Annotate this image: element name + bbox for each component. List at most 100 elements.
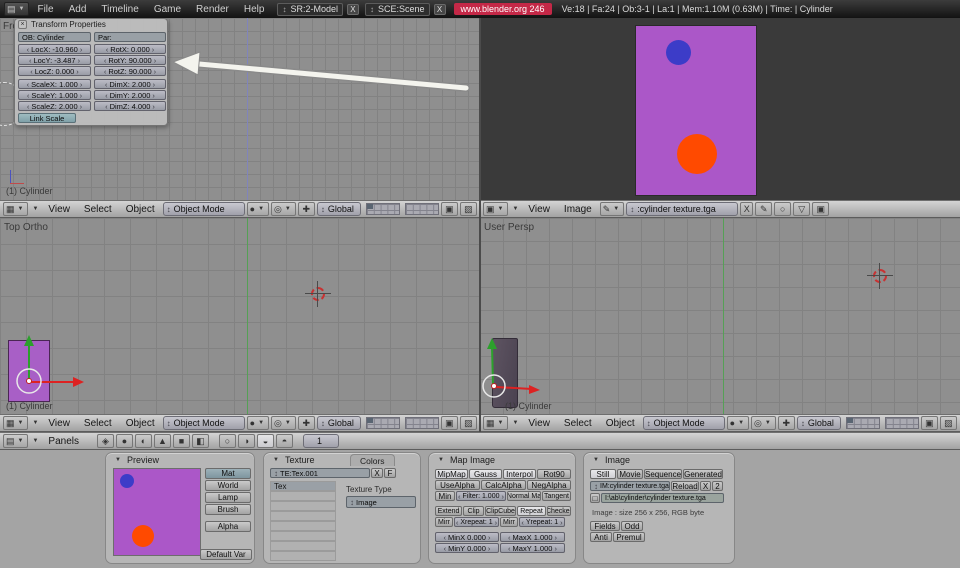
preview-alpha-button[interactable]: Alpha [205,521,251,532]
texture-channel-row[interactable] [270,491,336,501]
texture-datablock-field[interactable]: ↕ TE:Tex.001 [270,468,370,478]
texture-channel-row[interactable] [270,521,336,531]
scene-selector[interactable]: ↕ SCE:Scene [365,3,430,16]
menu-view[interactable]: View [522,204,556,215]
editing-context-button[interactable]: ■ [173,434,190,448]
snap-toggle[interactable]: ▽ [793,202,810,216]
menu-object[interactable]: Object [600,418,641,429]
miny-field[interactable]: MinY 0.000 [435,543,499,553]
sequence-tab[interactable]: Sequence [644,469,682,479]
panel-collapse-icon[interactable]: ▼ [591,457,601,463]
menu-render[interactable]: Render [189,4,236,15]
pivot-dropdown[interactable]: ◎ ▼ [271,202,296,216]
anti-toggle[interactable]: Anti [590,532,612,542]
layer-buttons-group1[interactable] [846,417,880,429]
maxx-field[interactable]: MaxX 1.000 [500,532,565,542]
orientation-dropdown[interactable]: ↕ Global [317,202,361,216]
world-subcontext-button[interactable]: ◓ [276,434,293,448]
image-unlink-button[interactable]: X [740,202,753,216]
viewport-user-canvas[interactable]: User Persp (1) Cylinder [480,218,960,414]
layer-buttons-group1[interactable] [366,417,400,429]
texture-channel-row[interactable] [270,531,336,541]
odd-toggle[interactable]: Odd [621,521,643,531]
buttons-window[interactable]: ▼ Preview Mat World Lamp Brush Alpha Def… [0,450,960,568]
menu-image[interactable]: Image [558,204,598,215]
minx-field[interactable]: MinX 0.000 [435,532,499,542]
mode-dropdown[interactable]: ↕ Object Mode [643,416,725,430]
menu-game[interactable]: Game [147,4,188,15]
draw-paint-toggle[interactable]: ✎ [755,202,772,216]
menu-view[interactable]: View [42,204,76,215]
draw-mode-dropdown[interactable]: ● ▼ [247,202,269,216]
texture-subcontext-button[interactable]: ◒ [257,434,274,448]
menu-select[interactable]: Select [558,418,598,429]
layer-buttons-group2[interactable] [885,417,919,429]
preview-mat-button[interactable]: Mat [205,468,251,479]
image-path-field[interactable]: I:\ab\cylinder\cylinder texture.tga [601,493,724,503]
orientation-dropdown[interactable]: ↕ Global [797,416,841,430]
reload-button[interactable]: Reload [671,481,699,491]
colors-tab[interactable]: Colors [350,454,395,466]
clipcube-toggle[interactable]: ClipCube [485,506,516,516]
interpol-toggle[interactable]: Interpol [503,469,536,479]
menu-object[interactable]: Object [120,418,161,429]
logic-context-button[interactable]: ◈ [97,434,114,448]
clip-toggle[interactable]: Clip [463,506,484,516]
image-unlink-button[interactable]: X [700,481,711,491]
gauss-toggle[interactable]: Gauss [469,469,502,479]
object-context-button[interactable]: ▲ [154,434,171,448]
file-browse-button[interactable]: □ [590,493,600,503]
menu-help[interactable]: Help [237,4,272,15]
rot90-toggle[interactable]: Rot90 [537,469,571,479]
render-preview-button[interactable]: ▨ [460,416,477,430]
still-tab[interactable]: Still [590,469,616,479]
brush-dropdown[interactable]: ✎ ▼ [600,202,625,216]
transform-manipulator[interactable] [480,218,960,414]
pivot-dropdown[interactable]: ◎ ▼ [751,416,776,430]
texture-channel-row[interactable] [270,551,336,561]
texture-type-dropdown[interactable]: ↕ Image [346,496,416,508]
preview-panel-header[interactable]: ▼ Preview [106,453,254,466]
mipmap-toggle[interactable]: MipMap [435,469,468,479]
header-collapse-icon[interactable]: ▼ [510,420,520,426]
lock-toggle[interactable]: ▣ [441,416,458,430]
layer-buttons-group1[interactable] [366,203,400,215]
maxy-field[interactable]: MaxY 1.000 [500,543,565,553]
menu-view[interactable]: View [522,418,556,429]
yrepeat-field[interactable]: Yrepeat: 1 [519,517,565,527]
scene-close-button[interactable]: X [434,4,446,15]
texture-channel-row[interactable] [270,541,336,551]
viewport-front-canvas[interactable]: Front Ortho (1) Cylinder × Transform Pro… [0,18,480,200]
fields-toggle[interactable]: Fields [590,521,620,531]
menu-select[interactable]: Select [78,418,118,429]
menu-timeline[interactable]: Timeline [94,4,145,15]
image-datablock-field[interactable]: ↕ IM:cylinder texture.tga [590,481,670,491]
texture-channel-row[interactable] [270,511,336,521]
image-panel-header[interactable]: ▼ Image [584,453,734,466]
preview-world-button[interactable]: World [205,480,251,491]
filter-field[interactable]: Filter: 1.000 [456,491,506,501]
screen-close-button[interactable]: X [347,4,359,15]
lamp-subcontext-button[interactable]: ○ [219,434,236,448]
image-datablock-selector[interactable]: ↕ :cylinder texture.tga [626,202,738,216]
negalpha-toggle[interactable]: NegAlpha [527,480,571,490]
calcalpha-toggle[interactable]: CalcAlpha [481,480,526,490]
scene-context-button[interactable]: ◧ [192,434,209,448]
layer-buttons-group2[interactable] [405,417,439,429]
header-collapse-icon[interactable]: ▼ [510,206,520,212]
layer-buttons-group2[interactable] [405,203,439,215]
mirror-y-toggle[interactable]: Mirr [500,517,518,527]
orientation-dropdown[interactable]: ↕ Global [317,416,361,430]
transform-manipulator[interactable] [0,218,480,414]
movie-tab[interactable]: Movie [617,469,643,479]
editor-type-button[interactable]: ▣ ▼ [483,202,508,216]
header-collapse-icon[interactable]: ▼ [30,420,40,426]
editor-type-button[interactable]: ▦ ▼ [3,202,28,216]
min-toggle[interactable]: Min [435,491,455,501]
material-subcontext-button[interactable]: ◑ [238,434,255,448]
menu-file[interactable]: File [30,4,60,15]
panel-collapse-icon[interactable]: ▼ [436,457,446,463]
manipulator-toggle[interactable]: ✚ [298,202,315,216]
texture-channel-row[interactable] [270,501,336,511]
tangent-dropdown[interactable]: Tangent [542,491,571,501]
